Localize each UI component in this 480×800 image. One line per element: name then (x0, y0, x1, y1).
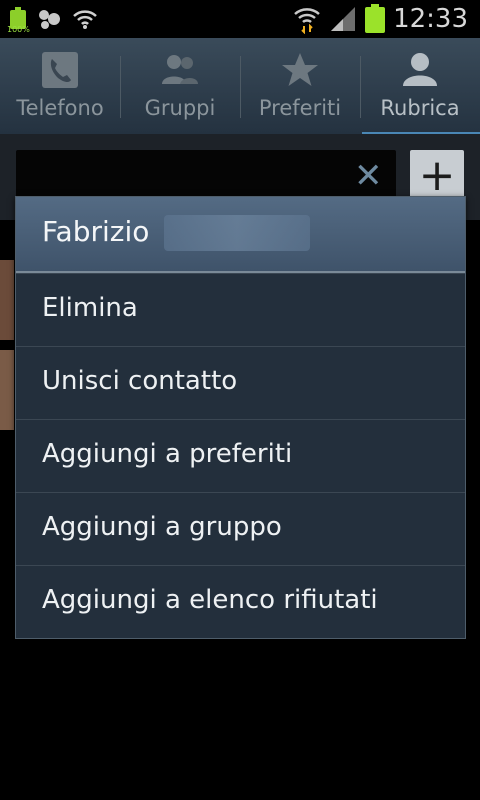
menu-item-label: Aggiungi a gruppo (42, 512, 282, 542)
menu-item-label: Aggiungi a preferiti (42, 439, 293, 469)
tab-telefono[interactable]: Telefono (0, 38, 120, 134)
add-contact-button[interactable]: + (410, 150, 464, 202)
contact-photo (0, 260, 14, 340)
menu-item-elimina[interactable]: Elimina (16, 273, 465, 347)
plus-icon: + (418, 150, 456, 201)
menu-item-aggiungi-gruppo[interactable]: Aggiungi a gruppo (16, 492, 465, 566)
battery-icon (365, 4, 386, 34)
context-menu: Fabrizio Elimina Unisci contatto Aggiung… (15, 196, 466, 639)
close-icon[interactable]: ✕ (354, 159, 383, 193)
menu-item-label: Unisci contatto (42, 366, 238, 396)
tab-gruppi[interactable]: Gruppi (120, 38, 240, 134)
tab-bar: Telefono Gruppi Preferiti Rubrica (0, 38, 480, 138)
star-icon (282, 53, 318, 86)
redacted-surname (164, 215, 310, 251)
contact-name: Fabrizio (42, 215, 150, 248)
search-input[interactable]: ✕ (16, 150, 396, 202)
menu-item-label: Aggiungi a elenco rifiutati (42, 585, 378, 615)
menu-item-unisci-contatto[interactable]: Unisci contatto (16, 346, 465, 420)
wifi-signal-icon (294, 8, 320, 34)
menu-item-label: Elimina (42, 293, 138, 323)
tab-label: Telefono (16, 96, 104, 120)
wifi-icon (73, 10, 97, 29)
android-debug-icon (39, 10, 60, 29)
tab-label: Gruppi (144, 96, 216, 120)
status-bar: 100% 12:33 (0, 0, 480, 38)
context-menu-title: Fabrizio (16, 197, 465, 273)
battery-small-text: 100% (7, 25, 30, 34)
clock: 12:33 (393, 4, 468, 34)
groups-icon (162, 55, 198, 84)
menu-item-aggiungi-preferiti[interactable]: Aggiungi a preferiti (16, 419, 465, 493)
tab-label: Preferiti (258, 96, 342, 120)
contact-photo (0, 350, 14, 430)
tab-rubrica[interactable]: Rubrica (360, 38, 480, 138)
phone-icon (42, 52, 78, 88)
contact-icon (403, 53, 437, 86)
menu-item-aggiungi-elenco-rifiutati[interactable]: Aggiungi a elenco rifiutati (16, 565, 465, 639)
tab-label: Rubrica (380, 96, 460, 120)
tab-preferiti[interactable]: Preferiti (240, 38, 360, 134)
battery-notification-icon: 100% (7, 7, 30, 34)
cell-signal-icon (331, 7, 356, 31)
